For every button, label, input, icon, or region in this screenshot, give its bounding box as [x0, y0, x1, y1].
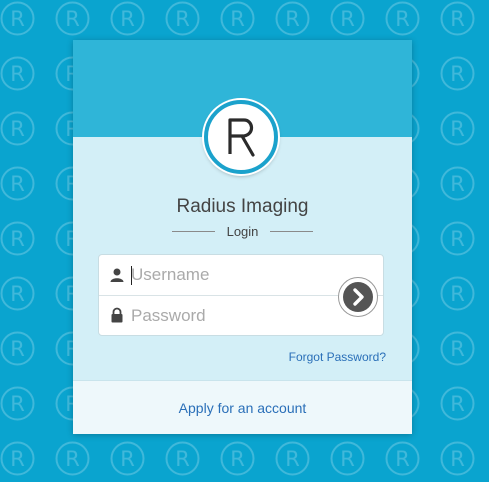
- login-submit-button[interactable]: [338, 277, 378, 317]
- login-divider-right: [270, 231, 313, 232]
- lock-icon: [111, 307, 123, 323]
- login-card: Radius Imaging Login Forgot Password? Ap…: [73, 40, 412, 434]
- card-footer: Apply for an account: [73, 380, 412, 434]
- password-input[interactable]: [131, 304, 331, 328]
- text-caret: [131, 266, 132, 285]
- radius-imaging-logo: [204, 100, 278, 174]
- login-heading: Login: [226, 224, 259, 239]
- chevron-right-icon: [353, 288, 364, 306]
- forgot-password-link[interactable]: Forgot Password?: [289, 350, 386, 364]
- apply-account-link[interactable]: Apply for an account: [73, 400, 412, 416]
- user-icon: [110, 268, 124, 282]
- username-input[interactable]: [131, 263, 331, 287]
- logo-r-icon: [228, 118, 255, 157]
- submit-circle: [343, 282, 373, 312]
- app-title: Radius Imaging: [176, 196, 309, 217]
